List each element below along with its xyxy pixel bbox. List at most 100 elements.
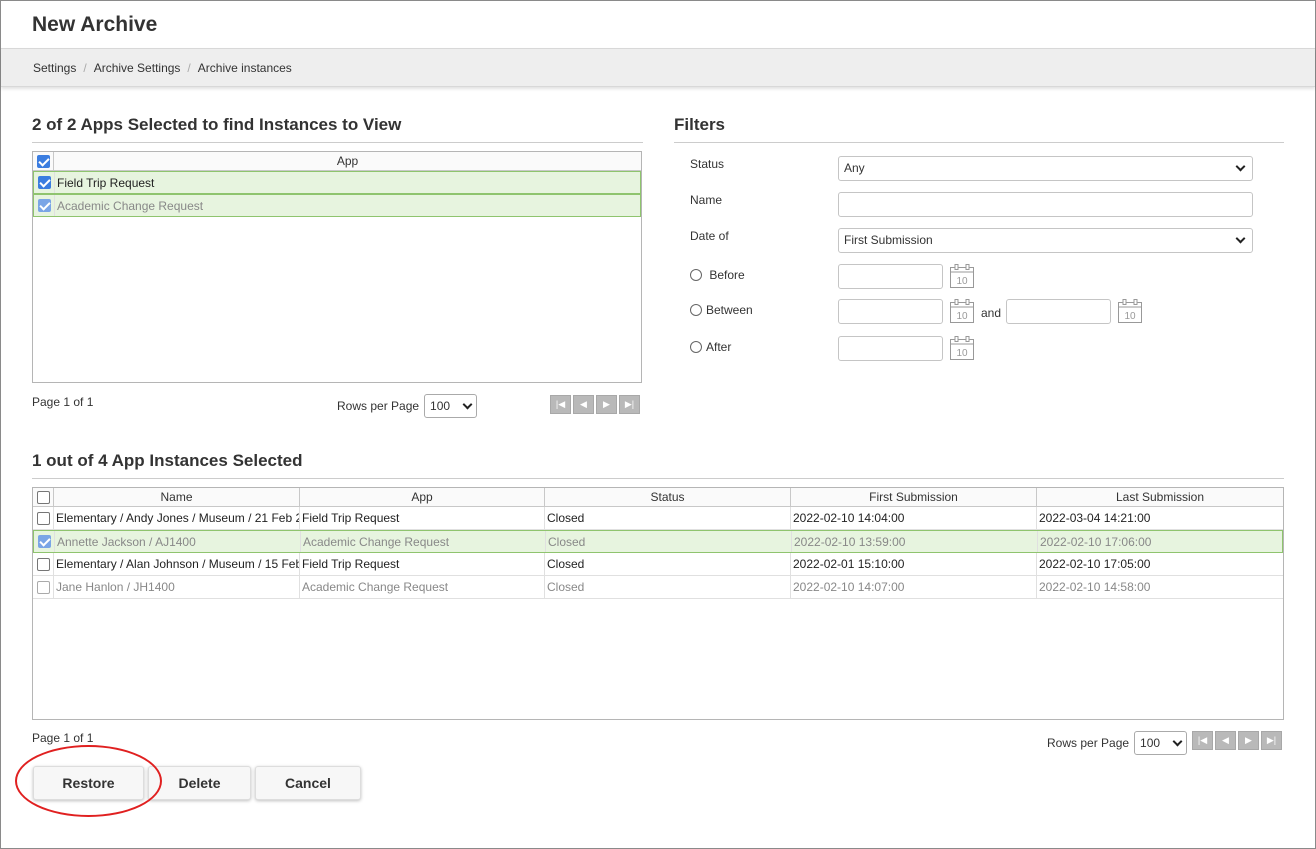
calendar-day: 10	[956, 348, 968, 359]
breadcrumb-settings[interactable]: Settings	[33, 61, 76, 75]
app-row-checkbox-cell	[34, 172, 55, 193]
instance-row-checkbox-cell	[33, 553, 54, 575]
between-radio[interactable]	[690, 304, 702, 316]
date-of-select-value: First Submission	[844, 233, 933, 247]
breadcrumb-archive-settings[interactable]: Archive Settings	[94, 61, 181, 75]
instance-name: Elementary / Andy Jones / Museum / 21 Fe…	[54, 507, 300, 529]
instance-status: Closed	[545, 507, 791, 529]
column-header-status[interactable]: Status	[545, 488, 791, 506]
calendar-icon[interactable]: 10	[949, 298, 975, 324]
status-select[interactable]: Any	[838, 156, 1253, 181]
instance-row[interactable]: Annette Jackson / AJ1400 Academic Change…	[33, 530, 1283, 553]
before-option[interactable]: Before	[690, 268, 745, 282]
prev-page-icon[interactable]: ◀	[1215, 731, 1236, 750]
page-header: New Archive	[1, 1, 1315, 48]
after-date-input[interactable]	[838, 336, 943, 361]
status-label: Status	[690, 157, 725, 171]
instances-rows-per-page-label: Rows per Page	[1047, 736, 1130, 750]
instance-row-checkbox[interactable]	[36, 511, 50, 525]
instance-row-checkbox-cell	[33, 576, 54, 598]
between-start-input[interactable]	[838, 299, 943, 324]
before-radio[interactable]	[690, 269, 702, 281]
apps-select-all-cell	[33, 152, 54, 170]
app-row-field-trip[interactable]: Field Trip Request	[33, 171, 641, 194]
instance-name: Annette Jackson / AJ1400	[55, 531, 301, 552]
instances-pager-buttons: |◀ ◀ ▶ ▶|	[1192, 731, 1282, 750]
instance-row-checkbox[interactable]	[37, 535, 51, 548]
breadcrumb-archive-instances: Archive instances	[197, 61, 292, 75]
instance-last-submission: 2022-03-04 14:21:00	[1039, 511, 1151, 525]
before-label: Before	[709, 268, 745, 282]
instance-row[interactable]: Elementary / Alan Johnson / Museum / 15 …	[33, 553, 1283, 576]
breadcrumb-separator: /	[187, 61, 191, 75]
instance-row[interactable]: Elementary / Andy Jones / Museum / 21 Fe…	[33, 507, 1283, 530]
column-header-app[interactable]: App	[300, 488, 545, 506]
apps-rows-per-page-value: 100	[430, 399, 451, 413]
name-label: Name	[690, 193, 723, 207]
chevron-down-icon	[1235, 233, 1246, 244]
last-page-icon[interactable]: ▶|	[619, 395, 640, 414]
instance-app: Academic Change Request	[301, 531, 546, 552]
after-option[interactable]: After	[690, 340, 731, 354]
apps-grid: App Field Trip Request Academic Change R…	[32, 151, 642, 383]
instance-row[interactable]: Jane Hanlon / JH1400 Academic Change Req…	[33, 576, 1283, 599]
instance-status: Closed	[545, 553, 791, 575]
app-row-checkbox[interactable]	[37, 176, 51, 189]
column-header-first-submission[interactable]: First Submission	[791, 488, 1037, 506]
cancel-button[interactable]: Cancel	[255, 766, 361, 800]
apps-rows-per-page-select[interactable]: 100	[424, 394, 478, 418]
instance-first-submission: 2022-02-10 14:07:00	[791, 576, 1037, 598]
next-page-icon[interactable]: ▶	[596, 395, 617, 414]
column-header-last-submission[interactable]: Last Submission	[1037, 488, 1283, 506]
apps-section-title: 2 of 2 Apps Selected to find Instances t…	[32, 115, 643, 143]
instance-name: Elementary / Alan Johnson / Museum / 15 …	[54, 553, 300, 575]
breadcrumb-separator: /	[83, 61, 87, 75]
instances-select-all-checkbox[interactable]	[36, 490, 50, 504]
instance-row-checkbox[interactable]	[36, 557, 50, 571]
apps-column-header[interactable]: App	[54, 152, 641, 170]
apps-select-all-checkbox[interactable]	[36, 154, 50, 168]
date-of-label: Date of	[690, 229, 729, 243]
calendar-day: 10	[956, 276, 968, 287]
calendar-icon[interactable]: 10	[949, 335, 975, 361]
app-row-label: Academic Change Request	[57, 199, 204, 213]
app-row-academic-change[interactable]: Academic Change Request	[33, 194, 641, 217]
between-end-input[interactable]	[1006, 299, 1111, 324]
instance-last-submission: 2022-02-10 17:06:00	[1040, 535, 1152, 549]
last-page-icon[interactable]: ▶|	[1261, 731, 1282, 750]
next-page-icon[interactable]: ▶	[1238, 731, 1259, 750]
instance-last-submission: 2022-02-10 17:05:00	[1039, 557, 1151, 571]
instance-app: Field Trip Request	[300, 553, 545, 575]
prev-page-icon[interactable]: ◀	[573, 395, 594, 414]
calendar-icon[interactable]: 10	[1117, 298, 1143, 324]
first-page-icon[interactable]: |◀	[550, 395, 571, 414]
app-row-checkbox-cell	[34, 195, 55, 216]
after-radio[interactable]	[690, 341, 702, 353]
filters-title: Filters	[674, 115, 1284, 143]
apps-grid-header: App	[33, 152, 641, 171]
calendar-day: 10	[1124, 311, 1136, 322]
instances-grid-header: Name App Status First Submission Last Su…	[33, 488, 1283, 507]
instances-rows-per-page-select[interactable]: 100	[1134, 731, 1188, 755]
app-row-checkbox[interactable]	[37, 199, 51, 212]
date-of-select[interactable]: First Submission	[838, 228, 1253, 253]
apps-rows-per-page: Rows per Page 100	[337, 394, 478, 418]
instances-select-all-cell	[33, 488, 54, 506]
and-label: and	[981, 306, 1002, 320]
highlight-circle-annotation	[15, 745, 162, 817]
instance-first-submission: 2022-02-10 13:59:00	[792, 531, 1038, 552]
between-option[interactable]: Between	[690, 303, 753, 317]
name-input[interactable]	[838, 192, 1253, 217]
before-date-input[interactable]	[838, 264, 943, 289]
instance-row-checkbox[interactable]	[36, 580, 50, 594]
instance-app: Academic Change Request	[300, 576, 545, 598]
instances-rows-per-page-value: 100	[1140, 736, 1161, 750]
column-header-name[interactable]: Name	[54, 488, 300, 506]
calendar-icon[interactable]: 10	[949, 263, 975, 289]
instances-page-info: Page 1 of 1	[32, 731, 94, 745]
instances-section-title: 1 out of 4 App Instances Selected	[32, 451, 1284, 479]
first-page-icon[interactable]: |◀	[1192, 731, 1213, 750]
delete-button[interactable]: Delete	[148, 766, 251, 800]
chevron-down-icon	[462, 399, 473, 409]
between-label: Between	[706, 303, 753, 317]
